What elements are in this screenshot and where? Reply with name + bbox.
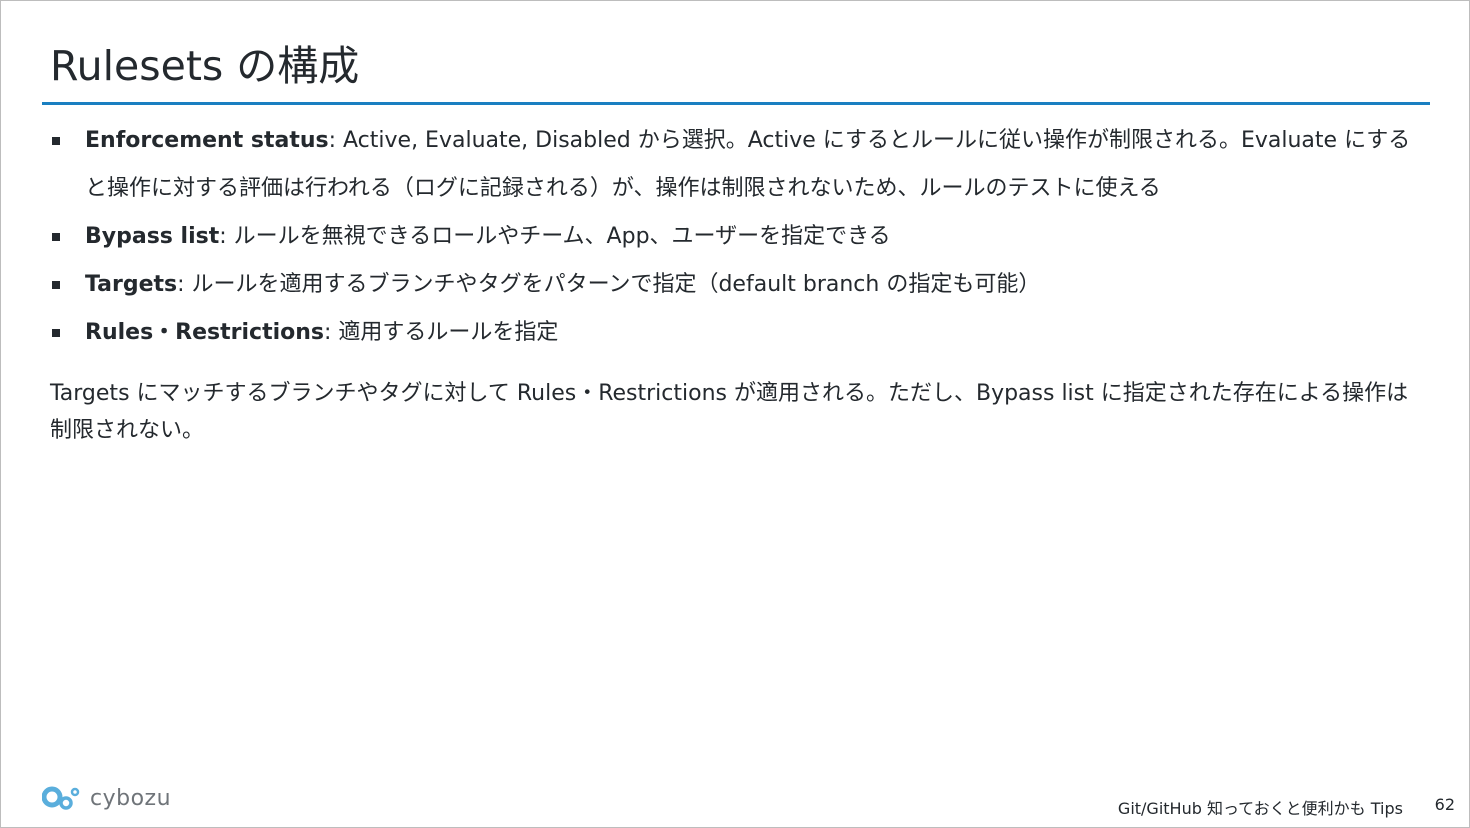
title-divider: [42, 102, 1430, 105]
summary-paragraph: Targets にマッチするブランチやタグに対して Rules・Restrict…: [50, 381, 1409, 443]
bullet-text: : 適用するルールを指定: [324, 320, 559, 345]
cybozu-logo-icon: [42, 786, 80, 810]
square-bullet-icon: [52, 281, 60, 289]
square-bullet-icon: [52, 329, 60, 337]
bullet-text: : ルールを適用するブランチやタグをパターンで指定（default branch…: [177, 272, 1041, 297]
bullet-text: : ルールを無視できるロールやチーム、App、ユーザーを指定できる: [219, 224, 891, 249]
cybozu-logo: cybozu: [42, 783, 171, 813]
footer-title: Git/GitHub 知っておくと便利かも Tips: [1117, 799, 1403, 818]
list-item: Bypass list: ルールを無視できるロールやチーム、App、ユーザーを指…: [50, 213, 1425, 261]
square-bullet-icon: [52, 233, 60, 241]
slide: Rulesets の構成 Enforcement status: Active,…: [0, 0, 1470, 828]
bullet-term: Rules・Restrictions: [85, 320, 324, 345]
slide-title: Rulesets の構成: [50, 42, 360, 90]
bullet-term: Targets: [85, 272, 178, 297]
bullet-term: Bypass list: [85, 224, 220, 249]
logo-text: cybozu: [90, 785, 172, 811]
page-number: 62: [1434, 795, 1455, 814]
bullet-term: Enforcement status: [85, 128, 329, 153]
bullet-list: Enforcement status: Active, Evaluate, Di…: [50, 117, 1425, 357]
square-bullet-icon: [52, 137, 60, 145]
list-item: Rules・Restrictions: 適用するルールを指定: [50, 309, 1425, 357]
list-item: Targets: ルールを適用するブランチやタグをパターンで指定（default…: [50, 261, 1425, 309]
list-item: Enforcement status: Active, Evaluate, Di…: [50, 117, 1425, 213]
